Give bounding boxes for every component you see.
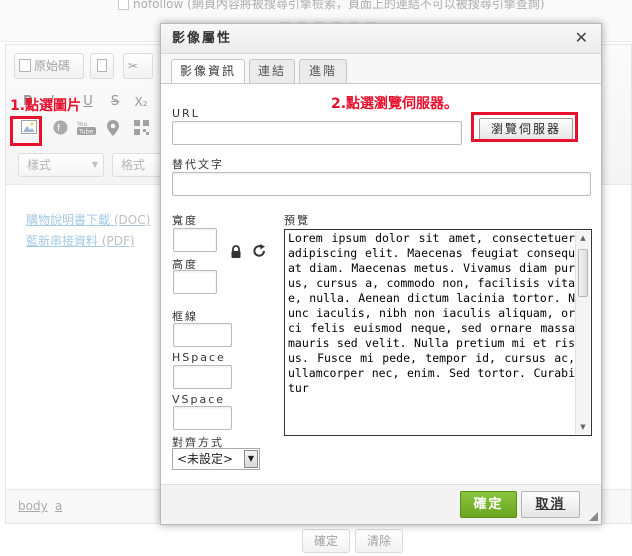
preview-text: Lorem ipsum dolor sit amet, consectetuer… (288, 231, 575, 395)
annotation-step2: 2.點選瀏覽伺服器。 (331, 96, 459, 112)
svg-text:Tube: Tube (78, 129, 93, 136)
nofollow-label: nofollow (網頁內容將被搜尋引擎檢索，頁面上的連結不可以被搜尋引擎查詢) (133, 0, 545, 11)
dialog-title[interactable]: 影像屬性 ✕ (161, 24, 601, 54)
height-input[interactable] (173, 270, 217, 294)
format-combo-label: 格式 (121, 158, 146, 172)
lock-ratio-icon[interactable] (230, 245, 242, 261)
url-input[interactable] (172, 121, 462, 145)
url-label: URL (172, 107, 200, 120)
link-item[interactable]: 購物說明書下載 (DOC) (26, 211, 150, 228)
dialog-footer: 確定 取消 (161, 484, 601, 524)
source-button-label: 原始碼 (34, 59, 71, 73)
tab-link[interactable]: 連結 (249, 59, 295, 83)
link-item[interactable]: 藍新串接資料 (PDF) (26, 232, 135, 249)
chevron-down-icon: ▼ (91, 160, 98, 169)
tab-image-info[interactable]: 影像資訊 (171, 59, 245, 84)
close-icon[interactable]: ✕ (575, 24, 590, 52)
youtube-icon[interactable]: You Tube (76, 120, 98, 140)
align-select[interactable]: <未設定> ▼ (172, 448, 260, 470)
scroll-up-icon[interactable]: ▲ (576, 231, 590, 245)
qrcode-icon[interactable] (131, 120, 151, 140)
styles-combo-label: 樣式 (27, 158, 52, 172)
strike-icon[interactable]: S (105, 92, 125, 112)
ok-button[interactable]: 確定 (460, 491, 517, 518)
source-icon (19, 59, 31, 72)
nofollow-checkbox[interactable] (118, 0, 129, 10)
vspace-label: VSpace (172, 393, 226, 406)
align-select-value: <未設定> (177, 452, 234, 466)
link-filetype: (DOC) (113, 213, 151, 227)
width-label: 寬度 (172, 214, 198, 227)
image-info-panel: URL 瀏覽伺服器 替代文字 寬度 高度 框線 HSpace VSpace 對齊… (161, 83, 601, 485)
resize-handle-icon[interactable] (589, 512, 598, 521)
border-input[interactable] (173, 323, 232, 347)
tab-advanced[interactable]: 進階 (299, 59, 347, 83)
scroll-thumb[interactable] (578, 249, 588, 297)
path-a[interactable]: a (55, 499, 62, 513)
hspace-input[interactable] (173, 365, 232, 389)
preview-box: Lorem ipsum dolor sit amet, consectetuer… (284, 229, 592, 436)
link-filetype: (PDF) (101, 234, 135, 248)
hspace-label: HSpace (172, 351, 226, 364)
preview-label: 預覽 (284, 214, 310, 227)
styles-combo[interactable]: 樣式 ▼ (18, 153, 104, 177)
preview-scrollbar[interactable]: ▲ ▼ (575, 231, 590, 434)
confirm-button[interactable]: 確定 (302, 529, 350, 553)
source-button[interactable]: 原始碼 (14, 53, 84, 79)
clear-button[interactable]: 清除 (355, 529, 403, 553)
nofollow-option[interactable]: nofollow (網頁內容將被搜尋引擎檢索，頁面上的連結不可以被搜尋引擎查詢) (118, 0, 545, 12)
alt-text-input[interactable] (172, 172, 591, 196)
svg-text:You: You (77, 121, 88, 128)
alt-text-label: 替代文字 (172, 158, 224, 171)
vspace-input[interactable] (173, 406, 232, 430)
dialog-title-text: 影像屬性 (172, 31, 233, 46)
scissors-icon: ✂ (128, 59, 139, 73)
link-text[interactable]: 購物說明書下載 (26, 213, 110, 227)
cancel-button[interactable]: 取消 (521, 491, 580, 518)
width-input[interactable] (173, 228, 217, 252)
annotation-step1: 1.點選圖片 (10, 98, 82, 114)
annotation-highlight-browse (471, 112, 578, 142)
chevron-down-icon: ▼ (244, 450, 258, 468)
flash-icon[interactable]: f (50, 120, 70, 140)
border-label: 框線 (172, 310, 198, 323)
subscript-icon[interactable]: X₂ (131, 92, 151, 112)
link-text[interactable]: 藍新串接資料 (26, 234, 98, 248)
map-pin-icon[interactable] (103, 120, 123, 140)
annotation-highlight-image (10, 116, 42, 146)
document-icon (97, 59, 107, 72)
scroll-down-icon[interactable]: ▼ (576, 420, 590, 434)
cut-button[interactable]: ✂ (123, 53, 153, 79)
reset-size-icon[interactable] (253, 244, 266, 261)
path-body[interactable]: body (18, 499, 48, 513)
templates-button[interactable] (90, 53, 114, 79)
